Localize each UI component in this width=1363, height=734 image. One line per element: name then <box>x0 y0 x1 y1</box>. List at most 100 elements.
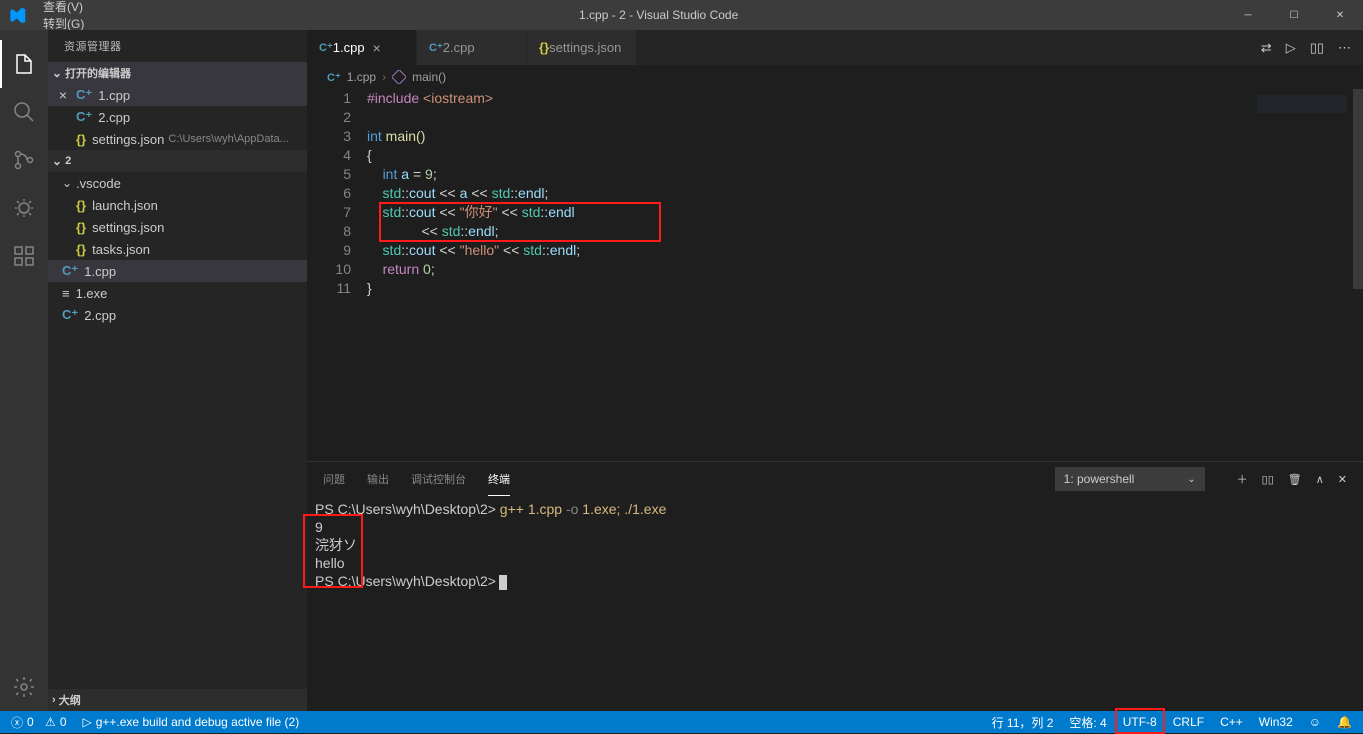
extensions-icon[interactable] <box>0 232 48 280</box>
json-file-icon: {} <box>539 40 549 55</box>
panel-tab[interactable]: 调试控制台 <box>411 462 466 496</box>
encoding-status[interactable]: UTF-8 <box>1120 711 1160 733</box>
close-tab-icon[interactable]: × <box>373 40 381 56</box>
editor-tab[interactable]: C⁺1.cpp× <box>307 30 417 65</box>
file-name-label: .vscode <box>76 176 121 191</box>
errors-status[interactable]: ⓧ0 ⚠0 <box>8 711 70 733</box>
file-item[interactable]: {}settings.json <box>48 216 307 238</box>
breadcrumb-item[interactable]: main() <box>412 70 446 84</box>
build-task-status[interactable]: ▷g++.exe build and debug active file (2) <box>80 711 303 733</box>
maximize-button[interactable]: ☐ <box>1271 0 1317 30</box>
file-item[interactable]: ≡1.exe <box>48 282 307 304</box>
breadcrumb-item[interactable]: 1.cpp <box>347 70 376 84</box>
editor-tab[interactable]: {}settings.json <box>527 30 637 65</box>
debug-icon[interactable] <box>0 184 48 232</box>
tab-label: settings.json <box>549 40 621 55</box>
code-line[interactable]: std::cout << "hello" << std::endl; <box>367 241 1243 260</box>
file-name-label: 1.cpp <box>84 264 116 279</box>
file-item[interactable]: {}launch.json <box>48 194 307 216</box>
window-title: 1.cpp - 2 - Visual Studio Code <box>92 8 1225 22</box>
code-line[interactable]: int main() <box>367 127 1243 146</box>
cpp-file-icon: C⁺ <box>76 87 92 103</box>
menubar: 文件(F)编辑(E)选择(S)查看(V)转到(G)调试(D)终端(T)帮助(H)… <box>0 0 1363 30</box>
file-item[interactable]: C⁺2.cpp <box>48 304 307 326</box>
json-file-icon: {} <box>76 220 86 235</box>
minimize-button[interactable]: ─ <box>1225 0 1271 30</box>
code-line[interactable]: std::cout << a << std::endl; <box>367 184 1243 203</box>
code-editor[interactable]: 1234567891011 #include <iostream>int mai… <box>307 89 1363 461</box>
new-terminal-icon[interactable]: ＋ <box>1237 471 1248 487</box>
line-number: 4 <box>307 146 351 165</box>
panel: 问题输出调试控制台终端 1: powershell⌄ ＋ ▯▯ 🗑 ∧ ✕ PS… <box>307 461 1363 711</box>
menu-3[interactable]: 查看(V) <box>35 0 92 15</box>
kill-terminal-icon[interactable]: 🗑 <box>1288 473 1302 486</box>
file-name-label: tasks.json <box>92 242 150 257</box>
file-name-label: 2.cpp <box>84 308 116 323</box>
panel-tab[interactable]: 终端 <box>488 462 510 496</box>
code-line[interactable]: } <box>367 279 1243 298</box>
file-item[interactable]: C⁺1.cpp <box>48 260 307 282</box>
play-icon: ▷ <box>83 715 92 729</box>
chevron-down-icon: ⌄ <box>1187 474 1195 485</box>
code-line[interactable]: { <box>367 146 1243 165</box>
scrollbar[interactable] <box>1353 89 1363 461</box>
notifications-icon[interactable]: 🔔 <box>1334 711 1355 733</box>
terminal-line: 9 <box>315 518 1355 536</box>
chevron-right-icon: › <box>382 70 386 84</box>
maximize-panel-icon[interactable]: ∧ <box>1316 473 1324 486</box>
panel-tab[interactable]: 输出 <box>367 462 389 496</box>
cpp-file-icon: C⁺ <box>327 71 341 84</box>
open-editor-item[interactable]: {}settings.jsonC:\Users\wyh\AppData... <box>48 128 307 150</box>
close-panel-icon[interactable]: ✕ <box>1338 473 1347 486</box>
line-number: 1 <box>307 89 351 108</box>
code-line[interactable]: std::cout << "你好" << std::endl <box>367 203 1243 222</box>
eol-status[interactable]: CRLF <box>1170 711 1207 733</box>
terminal-select[interactable]: 1: powershell⌄ <box>1055 467 1205 491</box>
binary-file-icon: ≡ <box>62 286 70 301</box>
indentation-status[interactable]: 空格: 4 <box>1066 711 1109 733</box>
cpp-file-icon: C⁺ <box>76 109 92 125</box>
activity-bar <box>0 30 48 711</box>
more-actions-icon[interactable]: ⋯ <box>1338 40 1351 56</box>
code-line[interactable]: int a = 9; <box>367 165 1243 184</box>
code-line[interactable]: << std::endl; <box>367 222 1243 241</box>
outline-header[interactable]: › 大纲 <box>48 689 307 711</box>
split-terminal-icon[interactable]: ▯▯ <box>1262 473 1274 486</box>
open-editors-header[interactable]: ⌄打开的编辑器 <box>48 62 307 84</box>
json-file-icon: {} <box>76 242 86 257</box>
cursor-position[interactable]: 行 11，列 2 <box>989 711 1057 733</box>
code-line[interactable] <box>367 108 1243 127</box>
explorer-icon[interactable] <box>0 40 48 88</box>
breadcrumb[interactable]: C⁺ 1.cpp › main() <box>307 65 1363 89</box>
split-editor-icon[interactable]: ▯▯ <box>1310 40 1324 56</box>
source-control-icon[interactable] <box>0 136 48 184</box>
folder-item[interactable]: ⌄.vscode <box>48 172 307 194</box>
terminal-line: hello <box>315 554 1355 572</box>
open-editor-item[interactable]: ×C⁺1.cpp <box>48 84 307 106</box>
file-item[interactable]: {} tasks.json <box>48 238 307 260</box>
run-icon[interactable]: ▷ <box>1286 40 1296 56</box>
editor-tab[interactable]: C⁺2.cpp <box>417 30 527 65</box>
terminal-line: PS C:\Users\wyh\Desktop\2> <box>315 572 1355 590</box>
terminal-body[interactable]: PS C:\Users\wyh\Desktop\2> g++ 1.cpp -o … <box>307 496 1363 711</box>
terminal-line: 浣犲ソ <box>315 536 1355 554</box>
minimap[interactable] <box>1243 89 1353 461</box>
search-icon[interactable] <box>0 88 48 136</box>
code-line[interactable]: #include <iostream> <box>367 89 1243 108</box>
file-path-label: C:\Users\wyh\AppData... <box>168 133 288 145</box>
code-line[interactable]: return 0; <box>367 260 1243 279</box>
json-file-icon: {} <box>76 198 86 213</box>
close-window-button[interactable]: ✕ <box>1317 0 1363 30</box>
open-editor-item[interactable]: C⁺2.cpp <box>48 106 307 128</box>
editor-area: C⁺1.cpp×C⁺2.cpp{}settings.json ⇄ ▷ ▯▯ ⋯ … <box>307 30 1363 711</box>
panel-tab[interactable]: 问题 <box>323 462 345 496</box>
language-mode[interactable]: C++ <box>1217 711 1246 733</box>
compare-changes-icon[interactable]: ⇄ <box>1261 40 1272 56</box>
warning-icon: ⚠ <box>45 715 56 729</box>
feedback-icon[interactable]: ☺ <box>1306 711 1324 733</box>
settings-gear-icon[interactable] <box>0 663 48 711</box>
folder-header[interactable]: ⌄2 <box>48 150 307 172</box>
close-icon[interactable]: × <box>56 87 70 103</box>
platform-target[interactable]: Win32 <box>1256 711 1296 733</box>
line-number: 9 <box>307 241 351 260</box>
